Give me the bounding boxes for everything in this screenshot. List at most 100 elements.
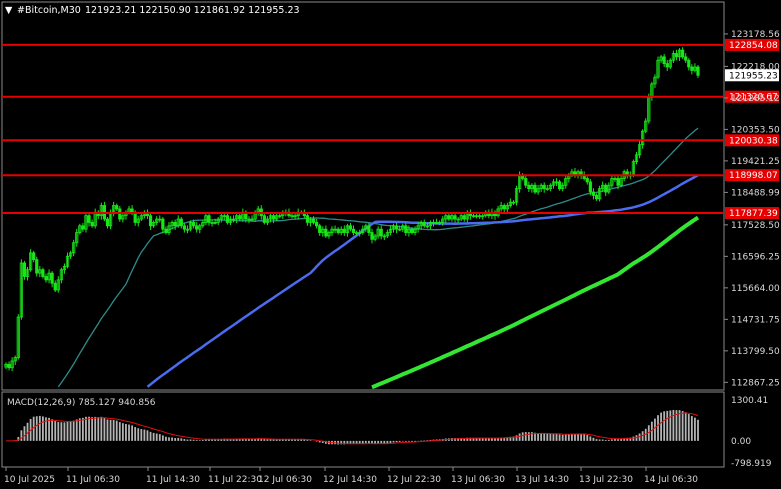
candle-body <box>604 184 608 193</box>
candle-body <box>502 205 506 210</box>
candle-body <box>687 59 691 68</box>
time-tick-label: 11 Jul 14:30 <box>146 475 200 485</box>
time-tick-label: 11 Jul 22:30 <box>208 475 262 485</box>
time-tick-label: 10 Jul 2025 <box>4 475 55 485</box>
candle-body <box>696 66 700 76</box>
candle-body <box>41 269 45 277</box>
candle-body <box>207 215 211 223</box>
horizontal-level-label: 117877.39 <box>729 209 778 219</box>
price-tick-label: 112867.25 <box>731 378 780 388</box>
horizontal-level-label: 118998.07 <box>729 171 778 181</box>
time-tick-label: 13 Jul 22:30 <box>579 475 633 485</box>
candle <box>16 314 20 360</box>
candle-body <box>305 215 310 223</box>
candle-body <box>447 215 451 220</box>
candle-body <box>558 181 562 190</box>
candle-body <box>192 222 196 227</box>
candle-body <box>195 225 199 230</box>
candle-body <box>35 259 39 274</box>
horizontal-level-label: 122854.08 <box>729 41 778 51</box>
macd-indicator-label: MACD(12,26,9) 785.127 940.856 <box>7 398 156 408</box>
candle-body <box>115 205 119 210</box>
candle-body <box>7 363 11 369</box>
candle-body <box>410 228 414 233</box>
price-chart: 122854.08121320.67120030.38118998.071178… <box>0 0 781 489</box>
price-tick-label: 113799.50 <box>731 347 780 357</box>
candle-body <box>422 222 426 227</box>
candle-body <box>262 215 266 223</box>
candle-body <box>348 225 353 230</box>
candle-body <box>662 56 666 65</box>
candle-body <box>404 225 408 233</box>
candle-body <box>367 225 371 233</box>
time-tick-label: 13 Jul 06:30 <box>451 475 505 485</box>
candle-body <box>684 56 688 61</box>
time-tick-label: 12 Jul 14:30 <box>323 475 377 485</box>
price-tick-label: 123178.56 <box>731 30 780 40</box>
chart-symbol: #Bitcoin,M30 <box>17 5 81 16</box>
candle-body <box>164 228 168 233</box>
price-tick-label: 121285.12 <box>731 94 780 104</box>
candle-body <box>130 208 134 213</box>
candle-body <box>50 272 54 284</box>
candle-body <box>179 218 183 227</box>
candle <box>29 249 33 272</box>
candle-body <box>527 184 531 190</box>
candle-body <box>311 218 316 223</box>
chart-ohlc: 121923.21 122150.90 121861.92 121955.23 <box>85 5 300 16</box>
macd-tick-label: -798.919 <box>731 459 772 469</box>
last-price-label: 121955.23 <box>729 71 778 81</box>
time-tick-label: 11 Jul 06:30 <box>66 475 120 485</box>
candle-body <box>173 222 177 227</box>
candle-body <box>336 228 340 233</box>
time-tick-label: 12 Jul 06:30 <box>258 475 312 485</box>
candle-body <box>87 215 91 223</box>
candle-body <box>90 222 94 227</box>
candle <box>19 259 23 320</box>
candle-body <box>351 228 356 233</box>
candle-body <box>379 228 383 237</box>
candle-body <box>342 228 346 233</box>
collapse-arrow-icon[interactable]: ▼ <box>5 5 13 16</box>
candle-body <box>324 228 328 237</box>
price-tick-label: 116596.25 <box>731 252 780 262</box>
price-tick-label: 120353.50 <box>731 125 780 135</box>
price-tick-label: 119421.25 <box>731 157 780 167</box>
candle-body <box>161 218 165 230</box>
macd-tick-label: 0.00 <box>731 437 751 447</box>
price-tick-label: 118488.99 <box>731 188 780 198</box>
horizontal-level-label: 120030.38 <box>729 136 778 146</box>
candle-body <box>462 215 466 220</box>
candle-body <box>681 49 685 58</box>
candle-body <box>182 225 186 230</box>
candle-body <box>53 282 57 291</box>
candle-body <box>690 66 694 71</box>
candle-body <box>665 63 669 68</box>
price-tick-label: 114731.75 <box>731 315 780 325</box>
candle-body <box>318 225 322 233</box>
candle-body <box>594 194 599 200</box>
candle-body <box>238 215 242 220</box>
candle-body <box>524 178 528 186</box>
candle-body <box>585 178 589 183</box>
candle-body <box>225 215 230 223</box>
candle-body <box>533 184 537 193</box>
candle-body <box>591 191 596 196</box>
candle-body <box>674 53 679 58</box>
candle-body <box>394 225 399 230</box>
price-tick-label: 115664.00 <box>731 284 780 294</box>
candle-body <box>32 252 36 260</box>
candle <box>647 93 651 124</box>
candle-body <box>588 181 592 193</box>
candle-body <box>453 215 457 220</box>
candle-body <box>315 222 319 227</box>
candle-body <box>616 178 620 186</box>
macd-tick-label: 1300.41 <box>731 396 768 406</box>
time-tick-label: 13 Jul 14:30 <box>515 475 569 485</box>
candle-body <box>105 218 110 227</box>
time-tick-label: 12 Jul 22:30 <box>387 475 441 485</box>
price-tick-label: 117528.50 <box>731 221 780 231</box>
candle-body <box>22 262 27 277</box>
candle-body <box>148 215 153 227</box>
candle-body <box>81 225 85 230</box>
